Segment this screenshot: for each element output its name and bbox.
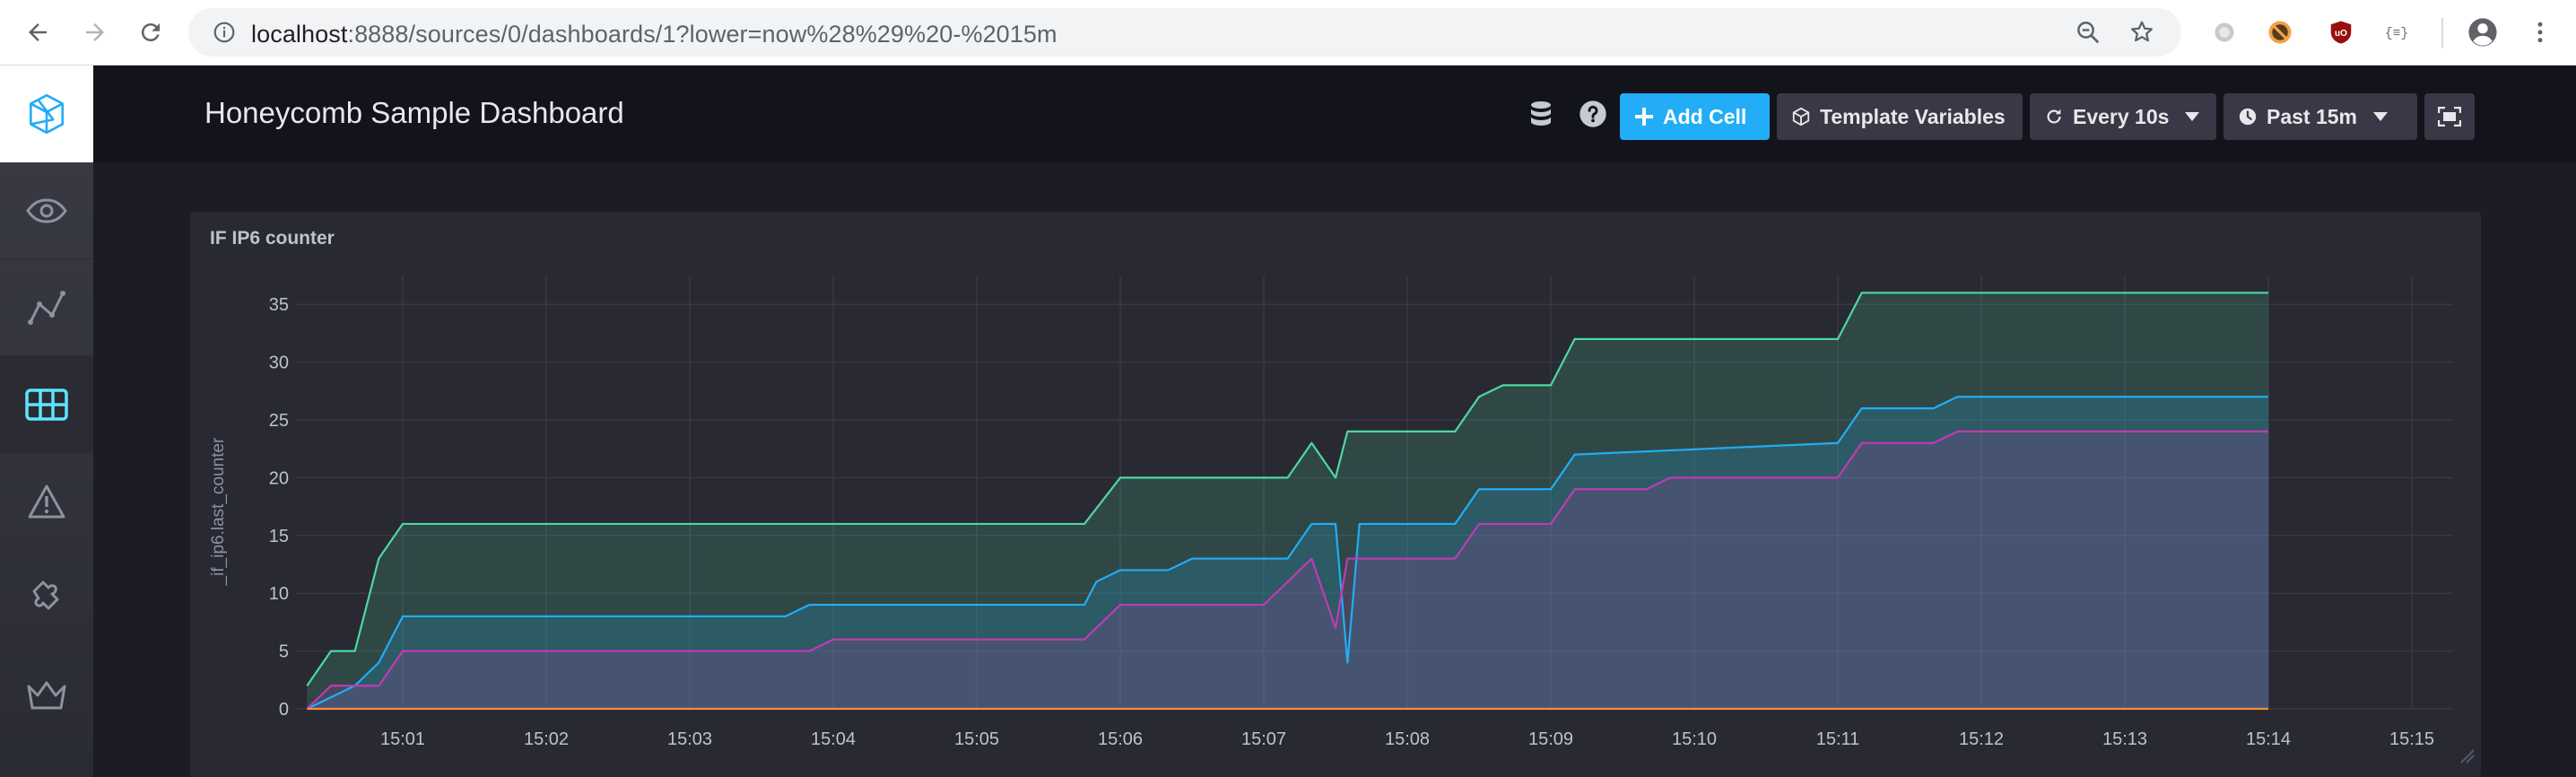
x-tick-label: 15:08 bbox=[1385, 729, 1430, 749]
x-tick-label: 15:09 bbox=[1528, 729, 1573, 749]
x-axis-ticks: 15:01 15:02 15:03 15:04 15:05 15:06 15:07 15:08… bbox=[380, 729, 2434, 749]
y-axis-ticks: 0 5 10 15 20 25 30 35 bbox=[269, 295, 289, 720]
x-tick-label: 15:01 bbox=[380, 729, 425, 749]
x-tick-label: 15:02 bbox=[524, 729, 569, 749]
x-tick-label: 15:05 bbox=[954, 729, 999, 749]
x-tick-label: 15:15 bbox=[2389, 729, 2434, 749]
x-tick-label: 15:11 bbox=[1816, 729, 1860, 749]
chart[interactable]: 0 5 10 15 20 25 30 35 15:01 15:02 15:03 15:04 15:05… bbox=[0, 0, 2576, 777]
y-tick-label: 10 bbox=[269, 584, 289, 604]
y-tick-label: 5 bbox=[279, 642, 289, 662]
x-tick-label: 15:04 bbox=[811, 729, 856, 749]
y-tick-label: 20 bbox=[269, 468, 289, 488]
y-axis-label: _if_ip6.last_counter bbox=[209, 437, 228, 586]
x-tick-label: 15:14 bbox=[2246, 729, 2291, 749]
x-tick-label: 15:13 bbox=[2102, 729, 2147, 749]
x-tick-label: 15:06 bbox=[1098, 729, 1143, 749]
y-tick-label: 30 bbox=[269, 354, 289, 373]
chart-areas bbox=[307, 292, 2269, 709]
x-tick-label: 15:12 bbox=[1959, 729, 2004, 749]
x-tick-label: 15:07 bbox=[1241, 729, 1286, 749]
x-tick-label: 15:03 bbox=[667, 729, 712, 749]
y-tick-label: 25 bbox=[269, 411, 289, 431]
x-tick-label: 15:10 bbox=[1672, 729, 1717, 749]
y-tick-label: 0 bbox=[279, 700, 289, 720]
resize-handle-icon[interactable] bbox=[2460, 749, 2475, 764]
y-tick-label: 35 bbox=[269, 295, 289, 315]
y-tick-label: 15 bbox=[269, 527, 289, 546]
